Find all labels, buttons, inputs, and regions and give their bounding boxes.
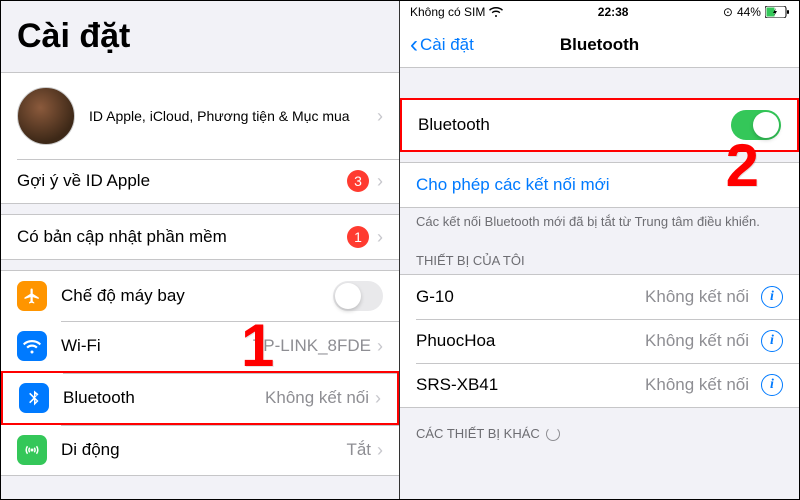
my-devices-header: THIẾT BỊ CỦA TÔI	[400, 235, 799, 274]
nav-bar: ‹ Cài đặt Bluetooth	[400, 23, 799, 68]
bluetooth-row[interactable]: Bluetooth Không kết nối ›	[1, 371, 399, 425]
bluetooth-icon	[19, 383, 49, 413]
software-update-row[interactable]: Có bản cập nhật phần mềm 1 ›	[1, 215, 399, 259]
device-status: Không kết nối	[645, 287, 749, 307]
apple-id-label: ID Apple, iCloud, Phương tiện & Mục mua	[89, 108, 350, 124]
badge-icon: 3	[347, 170, 369, 192]
back-label: Cài đặt	[420, 35, 474, 55]
info-icon[interactable]: i	[761, 330, 783, 352]
chevron-left-icon: ‹	[410, 31, 418, 59]
chevron-right-icon: ›	[377, 440, 383, 461]
device-name: G-10	[416, 287, 454, 307]
apple-id-profile-row[interactable]: ID Apple, iCloud, Phương tiện & Mục mua …	[1, 73, 399, 159]
bluetooth-detail-pane: Không có SIM 22:38 ⊙ 44% ‹ Cài đặt Bluet…	[400, 1, 799, 499]
cellular-icon	[17, 435, 47, 465]
airplane-mode-row[interactable]: Chế độ máy bay	[1, 271, 399, 321]
nav-title: Bluetooth	[560, 35, 639, 55]
status-bar: Không có SIM 22:38 ⊙ 44%	[400, 1, 799, 23]
apple-id-suggestion-row[interactable]: Gợi ý về ID Apple 3 ›	[1, 159, 399, 203]
chevron-right-icon: ›	[377, 106, 383, 127]
avatar	[17, 87, 75, 145]
settings-root-pane: Cài đặt ID Apple, iCloud, Phương tiện & …	[1, 1, 400, 499]
cellular-row[interactable]: Di động Tắt ›	[1, 425, 399, 475]
chevron-right-icon: ›	[377, 227, 383, 248]
page-title: Cài đặt	[1, 1, 399, 64]
device-row[interactable]: PhuocHoa Không kết nối i	[400, 319, 799, 363]
wifi-status-icon	[489, 7, 503, 17]
battery-icon	[765, 6, 789, 18]
chevron-right-icon: ›	[375, 388, 381, 409]
alarm-icon: ⊙	[723, 5, 733, 19]
device-status: Không kết nối	[645, 331, 749, 351]
allow-new-note: Các kết nối Bluetooth mới đã bị tắt từ T…	[400, 208, 799, 235]
device-row[interactable]: G-10 Không kết nối i	[400, 275, 799, 319]
spinner-icon	[546, 427, 560, 441]
badge-icon: 1	[347, 226, 369, 248]
wifi-icon	[17, 331, 47, 361]
chevron-right-icon: ›	[377, 336, 383, 357]
wifi-row[interactable]: Wi-Fi TP-LINK_8FDE ›	[1, 321, 399, 371]
other-devices-header: CÁC THIẾT BỊ KHÁC	[400, 408, 799, 447]
airplane-toggle[interactable]	[333, 281, 383, 311]
chevron-right-icon: ›	[377, 171, 383, 192]
airplane-icon	[17, 281, 47, 311]
back-button[interactable]: ‹ Cài đặt	[410, 31, 474, 59]
airplane-label: Chế độ máy bay	[61, 286, 185, 306]
allow-new-label: Cho phép các kết nối mới	[416, 175, 610, 195]
carrier-label: Không có SIM	[410, 5, 485, 19]
info-icon[interactable]: i	[761, 374, 783, 396]
bluetooth-value: Không kết nối	[265, 388, 369, 408]
annotation-1: 1	[241, 311, 274, 380]
bluetooth-toggle-label: Bluetooth	[418, 115, 490, 135]
status-time: 22:38	[598, 5, 629, 19]
wifi-label: Wi-Fi	[61, 336, 101, 356]
cellular-label: Di động	[61, 440, 120, 460]
suggestion-label: Gợi ý về ID Apple	[17, 171, 150, 191]
info-icon[interactable]: i	[761, 286, 783, 308]
device-status: Không kết nối	[645, 375, 749, 395]
bluetooth-label: Bluetooth	[63, 388, 135, 408]
battery-percent: 44%	[737, 5, 761, 19]
annotation-2: 2	[726, 131, 759, 200]
device-row[interactable]: SRS-XB41 Không kết nối i	[400, 363, 799, 407]
device-name: SRS-XB41	[416, 375, 498, 395]
device-name: PhuocHoa	[416, 331, 495, 351]
cellular-value: Tắt	[346, 440, 371, 460]
update-label: Có bản cập nhật phần mềm	[17, 227, 227, 247]
